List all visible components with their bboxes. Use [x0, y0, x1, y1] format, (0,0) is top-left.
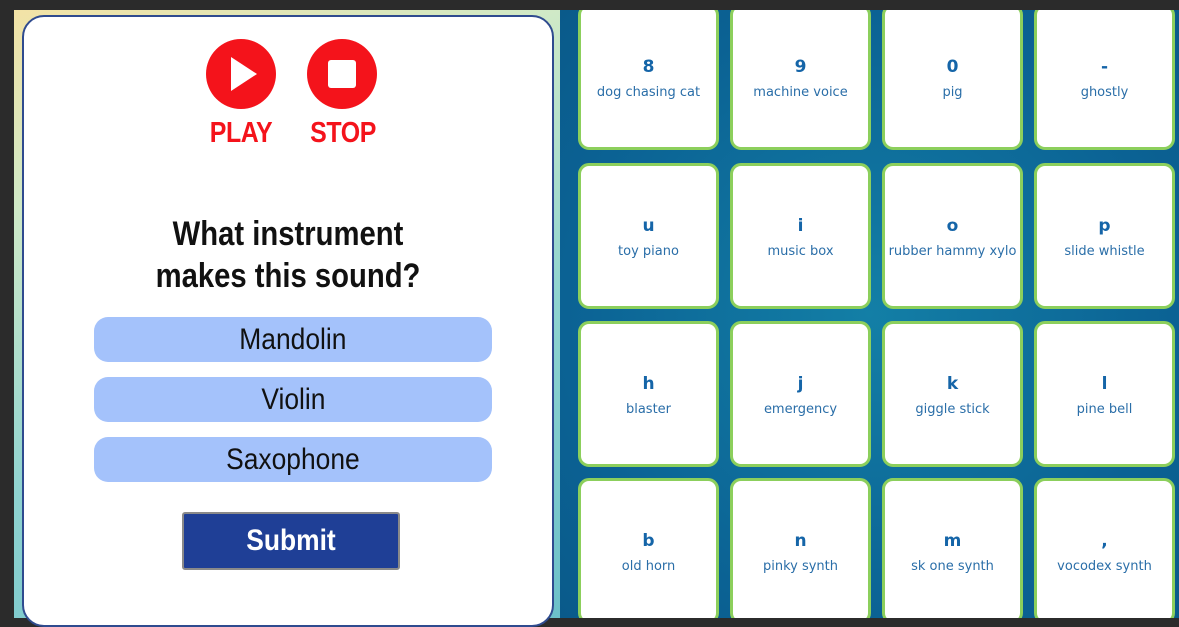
pad-sound-label: music box [767, 244, 834, 259]
pad-sound-label: emergency [763, 402, 838, 417]
stop-label: STOP [310, 117, 376, 149]
answer-option-label: Saxophone [226, 443, 360, 476]
pad-sound-label: giggle stick [915, 402, 990, 417]
pad-sound-label: pine bell [1076, 402, 1133, 417]
pad-k[interactable]: k giggle stick [882, 321, 1023, 467]
pad-sound-label: toy piano [618, 244, 679, 259]
pad-key: j [797, 374, 804, 394]
pad-key: n [794, 531, 807, 551]
pad-0[interactable]: 0 pig [882, 10, 1023, 150]
pad-sound-label: slide whistle [1064, 244, 1145, 259]
sound-board: 8 dog chasing cat 9 machine voice 0 pig … [560, 10, 1179, 618]
stop-button[interactable]: STOP [305, 39, 379, 150]
pad-j[interactable]: j emergency [730, 321, 871, 467]
pad-9[interactable]: 9 machine voice [730, 10, 871, 150]
pad-l[interactable]: l pine bell [1034, 321, 1175, 467]
pad-sound-label: pig [942, 85, 963, 100]
pad-o[interactable]: o rubber hammy xylo [882, 163, 1023, 309]
pad-h[interactable]: h blaster [578, 321, 719, 467]
pad-key: h [642, 374, 655, 394]
pad-key: 8 [642, 57, 655, 77]
play-label: PLAY [209, 117, 273, 149]
pad-comma[interactable]: , vocodex synth [1034, 478, 1175, 618]
pad-b[interactable]: b old horn [578, 478, 719, 618]
pad-sound-label: ghostly [1080, 85, 1129, 100]
submit-answer-button[interactable]: Submit Answer [182, 512, 400, 611]
play-icon [206, 39, 276, 109]
pad-minus[interactable]: - ghostly [1034, 10, 1175, 150]
submit-answer-label: Submit Answer [243, 524, 339, 611]
pad-sound-label: old horn [621, 559, 676, 574]
pad-p[interactable]: p slide whistle [1034, 163, 1175, 309]
pad-sound-label: machine voice [753, 85, 848, 100]
pad-sound-label: sk one synth [911, 559, 994, 574]
pad-sound-label: dog chasing cat [596, 85, 701, 100]
answer-option-violin[interactable]: Violin [94, 377, 492, 422]
pad-key: l [1101, 374, 1108, 394]
answer-option-mandolin[interactable]: Mandolin [94, 317, 492, 362]
pad-key: i [797, 216, 804, 236]
pad-key: k [946, 374, 959, 394]
pad-key: 0 [946, 57, 959, 77]
pad-8[interactable]: 8 dog chasing cat [578, 10, 719, 150]
pad-key: m [943, 531, 962, 551]
answer-option-saxophone[interactable]: Saxophone [94, 437, 492, 482]
quiz-panel: PLAY STOP What instrument makes this sou… [22, 15, 554, 627]
pad-key: o [946, 216, 959, 236]
pad-i[interactable]: i music box [730, 163, 871, 309]
pad-sound-label: rubber hammy xylo [888, 244, 1017, 259]
answer-option-label: Violin [260, 383, 326, 416]
pad-n[interactable]: n pinky synth [730, 478, 871, 618]
pad-key: p [1098, 216, 1111, 236]
pad-key: , [1101, 531, 1108, 551]
pad-sound-label: vocodex synth [1057, 559, 1152, 574]
play-button[interactable]: PLAY [204, 39, 278, 150]
pad-m[interactable]: m sk one synth [882, 478, 1023, 618]
pad-key: - [1100, 57, 1109, 77]
pad-sound-label: pinky synth [762, 559, 839, 574]
answer-option-label: Mandolin [239, 323, 347, 356]
pad-key: b [642, 531, 655, 551]
pad-key: 9 [794, 57, 807, 77]
pad-sound-label: blaster [625, 402, 672, 417]
stop-icon [307, 39, 377, 109]
pad-key: u [642, 216, 655, 236]
question-text: What instrument makes this sound? [155, 215, 421, 295]
pad-u[interactable]: u toy piano [578, 163, 719, 309]
